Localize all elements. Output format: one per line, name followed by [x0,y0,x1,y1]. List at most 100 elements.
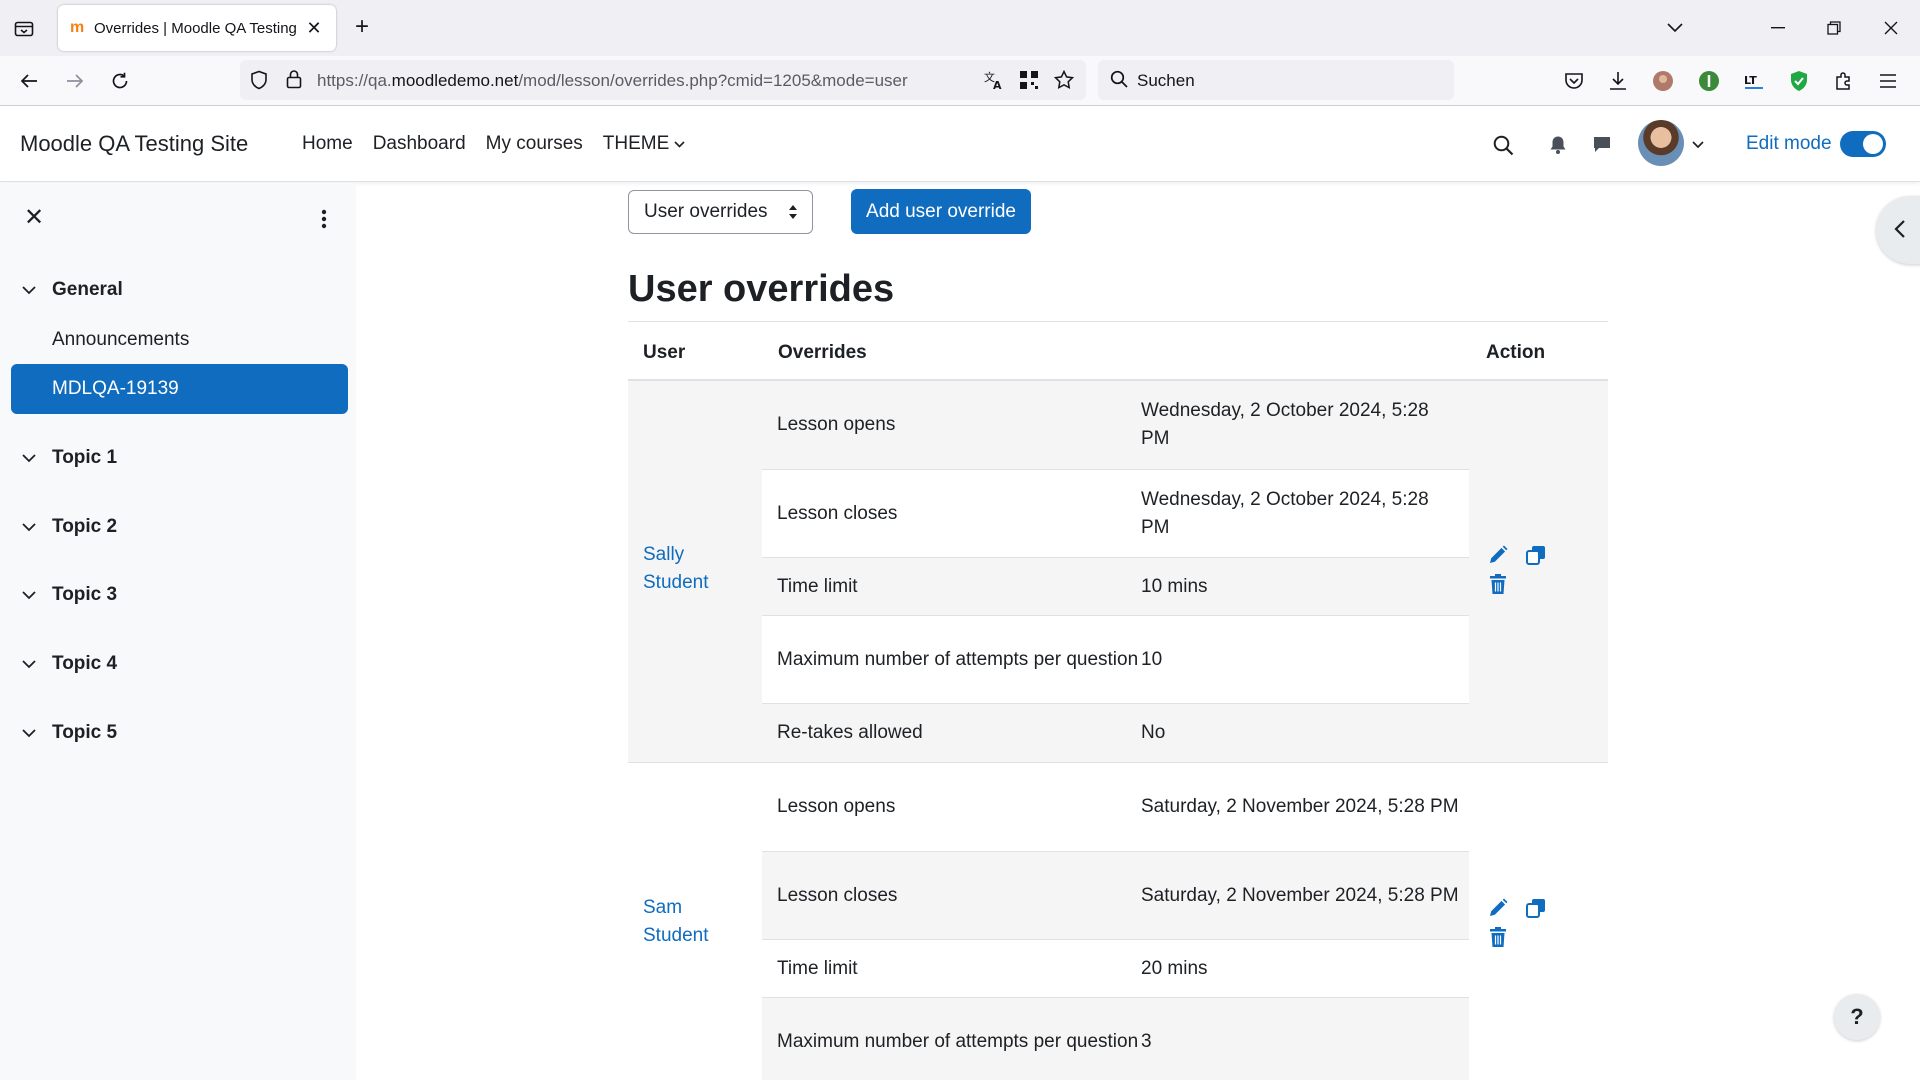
override-row: Lesson opens Wednesday, 2 October 2024, … [762,381,1469,469]
table-row: Sally Student Lesson opens Wednesday, 2 … [628,381,1608,763]
tracking-shield-icon[interactable] [250,70,268,95]
profile-extension-icon[interactable] [1651,69,1675,93]
override-row: Lesson opens Saturday, 2 November 2024, … [762,763,1469,851]
back-icon[interactable] [14,66,44,96]
tab-close-icon[interactable]: ✕ [304,18,324,39]
close-drawer-icon[interactable]: ✕ [20,205,48,233]
nav-theme-dropdown[interactable]: THEME [603,133,686,155]
kebab-menu-icon[interactable] [310,205,338,233]
override-row: Time limit 20 mins [762,939,1469,997]
user-link[interactable]: Sally Student [643,541,733,597]
override-row: Time limit 10 mins [762,557,1469,615]
search-bar[interactable]: Suchen [1098,60,1454,100]
chevron-down-icon[interactable] [22,659,42,669]
override-value: No [1141,722,1166,743]
chevron-down-icon[interactable] [22,728,42,738]
nav-my-courses[interactable]: My courses [486,133,583,155]
nav-home[interactable]: Home [302,133,353,155]
extensions-puzzle-icon[interactable] [1832,69,1856,93]
edit-mode-toggle[interactable] [1840,131,1886,157]
chevron-down-icon[interactable] [22,453,42,463]
override-label: Time limit [777,575,858,597]
qr-code-icon[interactable] [1017,68,1041,92]
override-list: Lesson opens Saturday, 2 November 2024, … [762,763,1469,1080]
delete-trash-icon[interactable] [1486,572,1510,596]
tab-list-icon[interactable] [10,14,38,42]
search-placeholder: Suchen [1137,71,1195,90]
select-arrows-icon [788,204,798,226]
override-value: Saturday, 2 November 2024, 5:28 PM [1141,884,1459,906]
tab-overflow-chevron-icon[interactable] [1660,14,1690,42]
course-section-topic-5[interactable]: Topic 5 [22,722,117,744]
override-row: Lesson closes Wednesday, 2 October 2024,… [762,469,1469,557]
chevron-down-icon[interactable] [22,590,42,600]
section-label: Topic 1 [52,447,118,468]
tab-title: Overrides | Moodle QA Testing [94,19,297,37]
user-menu-chevron-icon[interactable] [1692,136,1704,154]
translate-icon[interactable]: 文A [982,68,1006,92]
browser-nav-bar: https://qa.moodledemo.net/mod/lesson/ove… [0,56,1920,106]
languagetool-icon[interactable]: LT [1742,69,1766,93]
forward-icon[interactable] [60,66,90,96]
override-row: Lesson closes Saturday, 2 November 2024,… [762,851,1469,939]
override-label: Maximum number of attempts per question [777,648,1139,670]
override-value: 3 [1141,1030,1152,1052]
override-label: Time limit [777,957,858,979]
course-section-topic-4[interactable]: Topic 4 [22,653,117,675]
shield-extension-icon[interactable] [1697,69,1721,93]
svg-text:A: A [993,79,1002,90]
svg-text:LT: LT [1744,74,1757,87]
column-header-action: Action [1486,342,1546,363]
override-label: Re-takes allowed [777,722,923,743]
window-close-icon[interactable] [1876,14,1906,42]
new-tab-icon[interactable]: + [348,14,376,42]
chevron-down-icon [674,140,685,148]
nav-dashboard[interactable]: Dashboard [373,133,466,155]
lock-icon[interactable] [286,69,302,94]
browser-tab-active[interactable]: m Overrides | Moodle QA Testing ✕ [58,5,336,51]
section-label: Topic 2 [52,516,118,537]
moodle-header: Moodle QA Testing Site Home Dashboard My… [0,106,1920,182]
help-button[interactable]: ? [1834,994,1880,1040]
override-label: Lesson opens [777,414,896,435]
messages-icon[interactable] [1589,132,1615,158]
override-label: Maximum number of attempts per question [777,1030,1139,1052]
user-avatar[interactable] [1638,120,1684,166]
override-value: 10 [1141,648,1163,670]
override-label: Lesson closes [777,502,898,524]
notifications-bell-icon[interactable] [1545,132,1571,158]
course-module-announcements[interactable]: Announcements [52,329,189,351]
edit-pencil-icon[interactable] [1486,896,1510,920]
adblock-shield-icon[interactable] [1787,69,1811,93]
copy-icon[interactable] [1524,896,1548,920]
override-type-select[interactable]: User overrides [628,190,813,234]
override-label: Lesson opens [777,796,896,817]
override-row: Maximum number of attempts per question … [762,615,1469,703]
chevron-down-icon[interactable] [22,522,42,532]
url-text: https://qa.moodledemo.net/mod/lesson/ove… [317,71,908,90]
address-bar[interactable]: https://qa.moodledemo.net/mod/lesson/ove… [240,60,1086,100]
downloads-icon[interactable] [1606,69,1630,93]
reload-icon[interactable] [105,66,135,96]
course-module-active[interactable]: MDLQA-19139 [11,364,348,414]
course-section-topic-1[interactable]: Topic 1 [22,447,117,469]
delete-trash-icon[interactable] [1486,925,1510,949]
edit-pencil-icon[interactable] [1486,543,1510,567]
course-section-topic-3[interactable]: Topic 3 [22,584,117,606]
add-user-override-button[interactable]: Add user override [851,189,1031,234]
chevron-down-icon[interactable] [22,285,42,295]
search-icon[interactable] [1490,132,1516,158]
user-overrides-table: User Overrides Action Sally Student Less… [628,321,1608,1080]
override-value: 10 mins [1141,575,1208,597]
user-link[interactable]: Sam Student [643,894,733,950]
copy-icon[interactable] [1524,543,1548,567]
restore-icon[interactable] [1819,14,1849,42]
pocket-icon[interactable] [1562,69,1586,93]
minimize-icon[interactable] [1763,14,1793,42]
app-menu-icon[interactable] [1876,69,1900,93]
bookmark-star-icon[interactable] [1052,68,1076,92]
course-section-general[interactable]: General [22,279,123,301]
course-section-topic-2[interactable]: Topic 2 [22,516,117,538]
site-name[interactable]: Moodle QA Testing Site [20,131,248,157]
open-block-drawer-button[interactable] [1876,196,1920,264]
